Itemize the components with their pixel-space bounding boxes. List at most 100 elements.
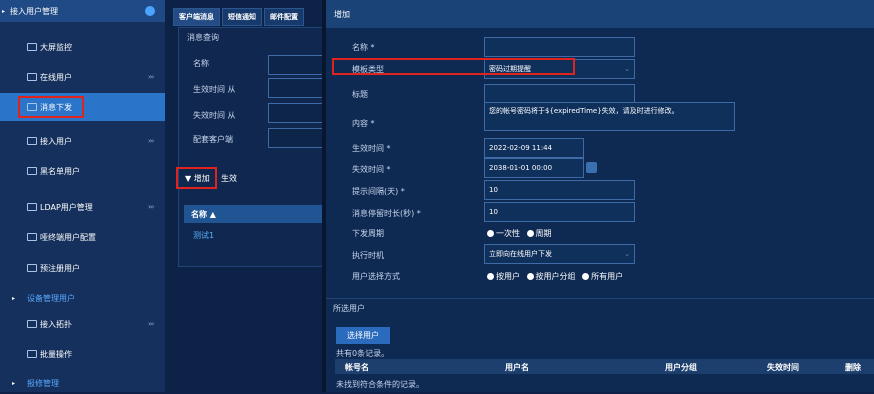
calendar-icon[interactable] bbox=[586, 162, 597, 173]
exec-value: 立即向在线用户下发 bbox=[489, 250, 552, 258]
tab-mail[interactable]: 邮件配置 bbox=[264, 8, 304, 26]
sidebar-item-topology[interactable]: 接入拓扑 ››› bbox=[0, 310, 165, 338]
sidebar-item-label: 消息下发 bbox=[40, 102, 72, 112]
radio-once[interactable]: 一次性 bbox=[487, 228, 520, 239]
caret-icon: ▸ bbox=[12, 379, 16, 387]
tab-client-message[interactable]: 客户端消息 bbox=[173, 8, 220, 26]
col-expire[interactable]: 失效时间 bbox=[767, 362, 799, 373]
sidebar-item-preregister[interactable]: 预注册用户 bbox=[0, 254, 165, 282]
radio-icon bbox=[526, 230, 534, 237]
batch-icon bbox=[27, 350, 37, 358]
label-name: 名称 * bbox=[352, 43, 375, 52]
sidebar-group-label: 报修管理 bbox=[27, 378, 59, 388]
sidebar-item-label: 接入拓扑 bbox=[40, 319, 72, 329]
label-stay: 消息停留时长(秒) * bbox=[352, 209, 421, 218]
tab-sms[interactable]: 短信通知 bbox=[222, 8, 262, 26]
add-button[interactable]: ▼ 增加 bbox=[182, 171, 213, 185]
sidebar-item-online-users[interactable]: 在线用户 ››› bbox=[0, 63, 165, 91]
exec-select[interactable]: 立即向在线用户下发 ⌄ bbox=[484, 244, 635, 264]
expire-input[interactable]: 2038-01-01 00:00 bbox=[484, 158, 584, 178]
query-name-input[interactable] bbox=[268, 55, 328, 75]
terminal-icon bbox=[27, 233, 37, 241]
label-select-mode: 用户选择方式 bbox=[352, 272, 400, 281]
radio-label: 周期 bbox=[535, 229, 552, 238]
cycle-radio-group: 一次性 周期 bbox=[487, 228, 556, 239]
label-content: 内容 * bbox=[352, 119, 375, 128]
tab-bar: 客户端消息 短信通知 邮件配置 bbox=[173, 8, 306, 26]
sidebar-item-dumb-terminal[interactable]: 哑终端用户配置 bbox=[0, 223, 165, 251]
selected-users-title: 所选用户 bbox=[333, 304, 365, 313]
sidebar-item-ldap[interactable]: LDAP用户管理 ››› bbox=[0, 193, 165, 221]
users-table-header: 帐号名 用户名 用户分组 失效时间 删除 bbox=[335, 359, 874, 374]
record-count: 共有0条记录。 bbox=[336, 349, 390, 358]
table-row[interactable]: 测试1 bbox=[193, 230, 214, 241]
query-client-input[interactable] bbox=[268, 128, 328, 148]
col-delete[interactable]: 删除 bbox=[845, 362, 861, 373]
sidebar-group-label: 设备管理用户 bbox=[27, 293, 75, 303]
radio-icon bbox=[487, 230, 494, 237]
select-mode-radio-group: 按用户 按用户分组 所有用户 bbox=[487, 271, 627, 282]
label-effective: 生效时间 * bbox=[352, 144, 391, 153]
sidebar-item-access-users[interactable]: 接入用户 ››› bbox=[0, 127, 165, 155]
sidebar-item-message-push[interactable]: 消息下发 bbox=[0, 93, 165, 121]
radio-label: 按用户 bbox=[496, 272, 520, 281]
monitor-icon bbox=[27, 43, 37, 51]
user-icon bbox=[27, 137, 37, 145]
query-label-name: 名称 bbox=[193, 59, 209, 68]
sidebar-item-label: LDAP用户管理 bbox=[40, 202, 93, 212]
blacklist-icon bbox=[27, 167, 37, 175]
chevron-icon: ››› bbox=[148, 137, 154, 145]
sidebar-item-label: 批量操作 bbox=[40, 349, 72, 359]
query-label-expire: 失效时间 从 bbox=[193, 111, 236, 120]
label-cycle: 下发周期 bbox=[352, 229, 384, 238]
selected-users-section bbox=[326, 298, 874, 392]
sidebar-item-label: 哑终端用户配置 bbox=[40, 232, 96, 242]
radio-periodic[interactable]: 周期 bbox=[526, 228, 552, 239]
message-icon bbox=[27, 103, 37, 111]
name-input[interactable] bbox=[484, 37, 635, 57]
remind-input[interactable]: 10 bbox=[484, 180, 635, 200]
query-effective-input[interactable] bbox=[268, 78, 328, 98]
chevron-down-icon: ⌄ bbox=[624, 250, 630, 258]
caret-icon: ▸ bbox=[12, 294, 16, 302]
query-expire-input[interactable] bbox=[268, 103, 328, 123]
query-table-header[interactable]: 名称 ▲ bbox=[184, 205, 324, 223]
radio-all-users[interactable]: 所有用户 bbox=[582, 271, 623, 282]
stay-input[interactable]: 10 bbox=[484, 202, 635, 222]
col-account[interactable]: 帐号名 bbox=[345, 362, 369, 373]
label-exec: 执行时机 bbox=[352, 251, 384, 260]
radio-label: 所有用户 bbox=[591, 272, 624, 281]
radio-label: 一次性 bbox=[496, 229, 520, 238]
query-title: 消息查询 bbox=[187, 33, 219, 42]
radio-by-user[interactable]: 按用户 bbox=[487, 271, 520, 282]
effect-button[interactable]: 生效 bbox=[221, 171, 237, 185]
sidebar-item-label: 黑名单用户 bbox=[40, 166, 80, 176]
col-group[interactable]: 用户分组 bbox=[665, 362, 697, 373]
sidebar-group-repair[interactable]: ▸ 报修管理 bbox=[0, 372, 165, 394]
radio-icon bbox=[582, 273, 590, 280]
sidebar-header-label: 接入用户管理 bbox=[10, 6, 58, 16]
radio-by-group[interactable]: 按用户分组 bbox=[526, 271, 576, 282]
caret-icon: ▸ bbox=[2, 7, 6, 15]
content-textarea[interactable]: 您的帐号密码将于${expiredTime}失效，请及时进行修改。 bbox=[484, 102, 735, 131]
label-template: 模板类型 bbox=[352, 65, 384, 74]
col-username[interactable]: 用户名 bbox=[505, 362, 529, 373]
collapse-icon[interactable] bbox=[145, 6, 155, 16]
sidebar-item-screen-monitor[interactable]: 大屏监控 bbox=[0, 33, 165, 61]
sidebar-header[interactable]: ▸ 接入用户管理 bbox=[0, 0, 165, 22]
sidebar-item-blacklist[interactable]: 黑名单用户 bbox=[0, 157, 165, 185]
topology-icon bbox=[27, 320, 37, 328]
chevron-icon: ››› bbox=[148, 203, 154, 211]
template-select[interactable]: 密码过期提醒 ⌄ bbox=[484, 59, 635, 79]
users-icon bbox=[27, 73, 37, 81]
sidebar-item-batch[interactable]: 批量操作 bbox=[0, 340, 165, 368]
label-remind: 提示间隔(天) * bbox=[352, 187, 405, 196]
radio-icon bbox=[526, 273, 534, 280]
subject-input[interactable] bbox=[484, 84, 635, 104]
chevron-down-icon: ⌄ bbox=[624, 65, 630, 73]
radio-icon bbox=[487, 273, 494, 280]
select-users-button[interactable]: 选择用户 bbox=[336, 327, 390, 344]
sidebar-group-device-users[interactable]: ▸ 设备管理用户 bbox=[0, 287, 165, 309]
form-title: 增加 bbox=[326, 0, 874, 28]
effective-input[interactable]: 2022-02-09 11:44 bbox=[484, 138, 584, 158]
